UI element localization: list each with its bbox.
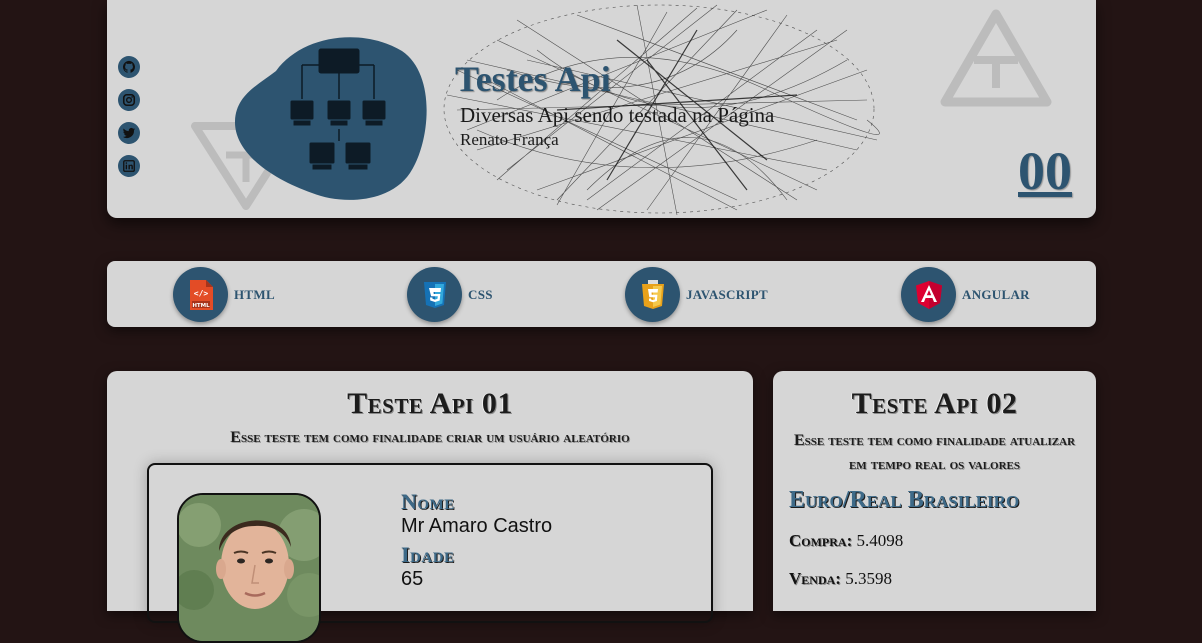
api-test-card-2: Teste Api 02 Esse teste tem como finalid… bbox=[773, 371, 1096, 611]
twitter-link[interactable] bbox=[118, 122, 140, 144]
triangle-up-decoration bbox=[940, 9, 1052, 107]
sell-rate-row: Venda: 5.3598 bbox=[789, 569, 892, 589]
page-title: Testes Api bbox=[455, 59, 611, 99]
tech-icon-circle bbox=[625, 267, 680, 322]
github-link[interactable] bbox=[118, 56, 140, 78]
sell-value: 5.3598 bbox=[845, 569, 892, 588]
javascript-icon bbox=[641, 279, 664, 309]
currency-pair-title: Euro/Real Brasileiro bbox=[789, 487, 1020, 513]
instagram-link[interactable] bbox=[118, 89, 140, 111]
twitter-icon bbox=[122, 127, 136, 139]
tech-icon-circle bbox=[901, 267, 956, 322]
tech-item-html[interactable]: </> HTML HTML bbox=[173, 267, 275, 322]
author-name: Renato França bbox=[460, 130, 559, 149]
html5-file-icon: </> HTML bbox=[189, 279, 213, 310]
svg-text:</>: </> bbox=[193, 289, 208, 298]
card-description: Esse teste tem como finalidade atualizar… bbox=[793, 432, 1076, 473]
buy-rate-row: Compra: 5.4098 bbox=[789, 531, 903, 551]
tech-icon-circle: </> HTML bbox=[173, 267, 228, 322]
tech-icon-circle bbox=[407, 267, 462, 322]
name-label: Nome bbox=[401, 489, 455, 514]
tech-label-css: CSS bbox=[468, 286, 493, 302]
social-links bbox=[118, 56, 140, 177]
buy-value: 5.4098 bbox=[856, 531, 904, 550]
visit-counter[interactable]: 00 bbox=[1018, 140, 1072, 202]
card-title: Teste Api 02 bbox=[851, 387, 1018, 420]
tech-nav-bar: </> HTML HTML CSS JAVASCRIPT ANGULAR bbox=[107, 261, 1096, 327]
tech-item-javascript[interactable]: JAVASCRIPT bbox=[625, 267, 768, 322]
tech-label-angular: ANGULAR bbox=[962, 286, 1030, 302]
user-avatar bbox=[177, 493, 321, 643]
card-title: Teste Api 01 bbox=[347, 387, 513, 420]
tech-item-css[interactable]: CSS bbox=[407, 267, 493, 322]
age-value: 65 bbox=[401, 568, 424, 590]
name-value: Mr Amaro Castro bbox=[401, 515, 553, 537]
tech-label-javascript: JAVASCRIPT bbox=[686, 286, 768, 302]
site-header: Testes Api Diversas Api sendo testada na… bbox=[107, 0, 1096, 218]
svg-text:HTML: HTML bbox=[192, 303, 210, 309]
github-icon bbox=[122, 60, 135, 73]
page-subtitle: Diversas Api sendo testada na Página bbox=[460, 103, 775, 127]
linkedin-link[interactable] bbox=[118, 155, 140, 177]
sell-label: Venda: bbox=[789, 569, 841, 588]
card-description: Esse teste tem como finalidade criar um … bbox=[230, 429, 630, 446]
random-user-panel: Nome Mr Amaro Castro Idade 65 bbox=[147, 463, 713, 643]
tech-label-html: HTML bbox=[234, 286, 275, 302]
linkedin-icon bbox=[123, 160, 135, 172]
tech-item-angular[interactable]: ANGULAR bbox=[901, 267, 1030, 322]
api-test-card-1: Teste Api 01 Esse teste tem como finalid… bbox=[107, 371, 753, 643]
network-logo-icon bbox=[234, 37, 427, 200]
instagram-icon bbox=[122, 93, 136, 107]
user-photo bbox=[179, 495, 319, 641]
css3-icon bbox=[423, 281, 446, 308]
age-label: Idade bbox=[401, 542, 455, 567]
angular-icon bbox=[915, 280, 942, 309]
buy-label: Compra: bbox=[789, 531, 853, 550]
